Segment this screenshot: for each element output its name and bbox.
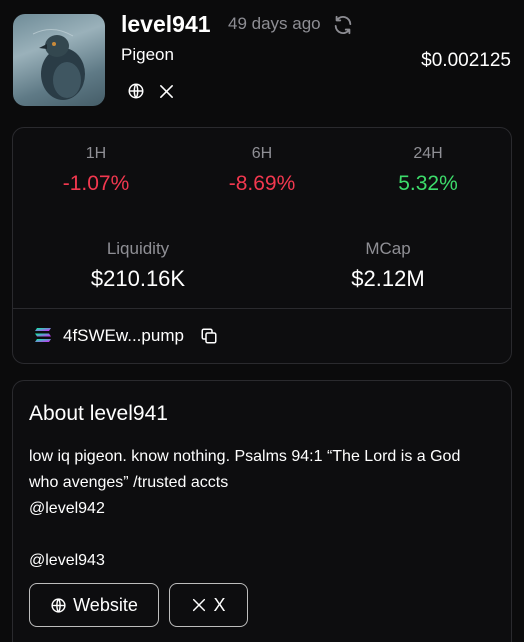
- x-icon[interactable]: [156, 81, 176, 101]
- about-title: About level941: [29, 402, 168, 425]
- globe-icon: [50, 597, 67, 614]
- x-button[interactable]: X: [169, 583, 248, 627]
- token-avatar: [13, 14, 105, 106]
- solana-icon: [34, 327, 52, 343]
- token-age: 49 days ago: [228, 14, 321, 33]
- about-description: low iq pigeon. know nothing. Psalms 94:1…: [29, 448, 461, 569]
- mcap-value: $2.12M: [351, 266, 425, 291]
- x-button-label: X: [213, 594, 226, 615]
- liquidity-label: Liquidity: [106, 239, 170, 258]
- stats-card: 1H -1.07% 6H -8.69% 24H 5.32% Liquidity …: [12, 127, 512, 364]
- website-button[interactable]: Website: [29, 583, 159, 627]
- refresh-icon[interactable]: [332, 14, 354, 36]
- x-icon: [191, 597, 207, 613]
- timeframe-change: -8.69%: [228, 172, 296, 195]
- token-price: $0.002125: [421, 50, 511, 71]
- divider: [13, 308, 511, 309]
- token-subtitle: Pigeon: [121, 45, 174, 64]
- about-card: About level941 low iq pigeon. know nothi…: [12, 380, 512, 642]
- timeframe-change: 5.32%: [398, 172, 458, 195]
- contract-address[interactable]: 4fSWEw...pump: [63, 326, 184, 346]
- timeframe-change: -1.07%: [62, 172, 130, 195]
- website-button-label: Website: [73, 594, 138, 615]
- pigeon-image: [32, 29, 85, 100]
- timeframe-label: 24H: [413, 145, 443, 162]
- liquidity-value: $210.16K: [90, 266, 186, 291]
- mcap-label: MCap: [365, 239, 411, 258]
- copy-icon[interactable]: [200, 327, 218, 345]
- globe-icon[interactable]: [126, 81, 146, 101]
- timeframe-label: 1H: [85, 145, 107, 162]
- timeframe-label: 6H: [251, 145, 273, 162]
- token-name: level941: [121, 11, 211, 37]
